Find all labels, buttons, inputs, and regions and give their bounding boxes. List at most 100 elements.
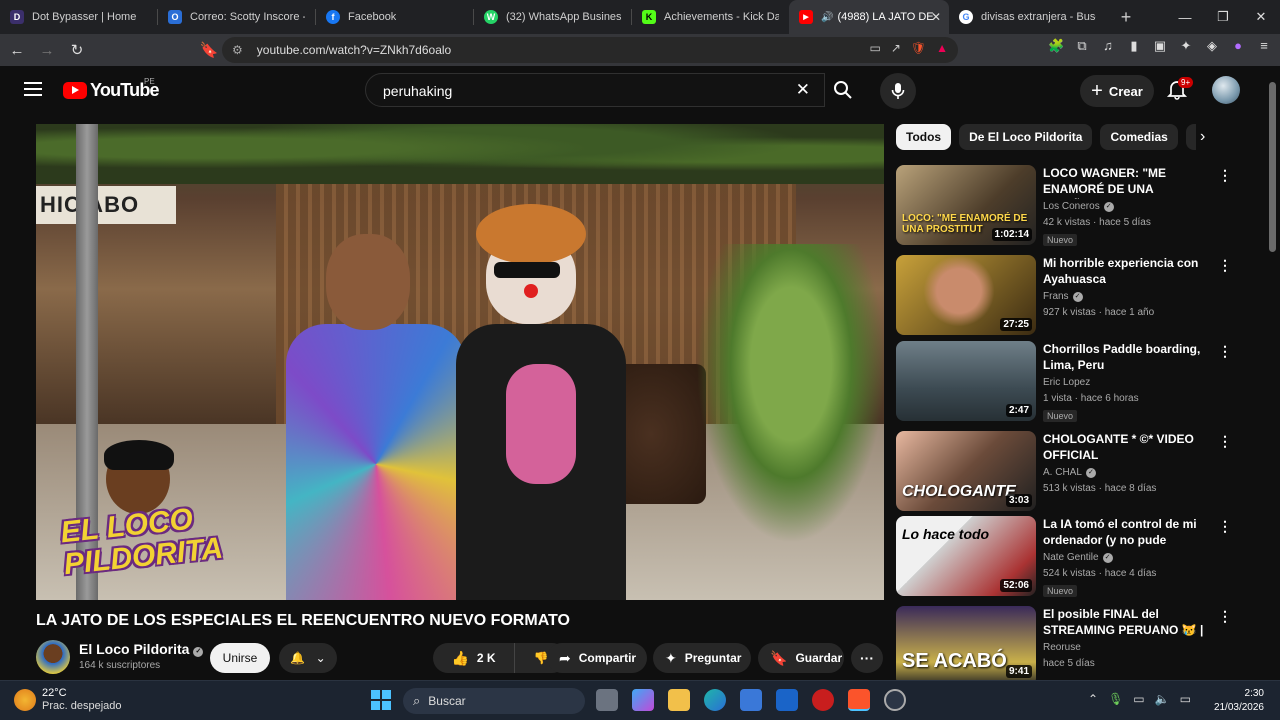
game-app-icon[interactable] xyxy=(812,689,834,711)
leo-icon[interactable]: ✦ xyxy=(1178,38,1194,54)
video-thumbnail[interactable]: LOCO: "ME ENAMORÉ DE UNA PROSTITUT 1:02:… xyxy=(896,165,1036,245)
video-thumbnail[interactable]: CHOLOGANTE 3:03 xyxy=(896,431,1036,511)
weather-widget[interactable]: 22°C Prac. despejado xyxy=(14,687,122,712)
recommended-channel[interactable]: Nate Gentile ✓ xyxy=(1043,552,1113,563)
app-icon[interactable] xyxy=(884,689,906,711)
recommended-title[interactable]: El posible FINAL del STREAMING PERUANO 😿… xyxy=(1043,606,1213,640)
network-icon[interactable]: ▭ xyxy=(1133,692,1144,706)
task-view-icon[interactable] xyxy=(596,689,618,711)
more-vertical-icon[interactable]: ⋮ xyxy=(1218,167,1232,184)
brave-browser-icon[interactable] xyxy=(848,689,870,711)
recommended-channel[interactable]: Los Coneros ✓ xyxy=(1043,201,1114,212)
chip-todos[interactable]: Todos xyxy=(896,124,952,150)
tab-youtube-active[interactable]: ▶ 🔊 (4988) LA JATO DE ✕ xyxy=(789,0,949,34)
hamburger-menu-icon[interactable] xyxy=(24,82,42,96)
recommended-channel[interactable]: Eric Lopez xyxy=(1043,377,1090,388)
address-bar[interactable]: ⚙ youtube.com/watch?v=ZNkh7d6oalo ▭ ↗ 🛡 … xyxy=(222,37,958,63)
scrollbar-thumb[interactable] xyxy=(1269,82,1276,252)
recommended-video[interactable]: 27:25 Mi horrible experiencia con Ayahua… xyxy=(896,255,1236,337)
share-icon[interactable]: ↗ xyxy=(891,41,901,55)
subscription-bell-button[interactable]: 🔔 ⌄ xyxy=(279,643,337,673)
profile-icon[interactable]: ● xyxy=(1230,38,1246,54)
reload-icon[interactable]: ↻ xyxy=(64,37,90,63)
video-thumbnail[interactable]: 2:47 xyxy=(896,341,1036,421)
channel-avatar[interactable] xyxy=(36,640,70,674)
recommended-title[interactable]: LOCO WAGNER: "ME ENAMORÉ DE UNA CARIÑOSA… xyxy=(1043,165,1213,199)
recommended-title[interactable]: La IA tomó el control de mi ordenador (y… xyxy=(1043,516,1213,550)
ask-button[interactable]: ✦ Preguntar xyxy=(653,643,751,673)
recommended-title[interactable]: Chorrillos Paddle boarding, Lima, Peru xyxy=(1043,341,1213,373)
store-icon[interactable] xyxy=(740,689,762,711)
media-icon[interactable]: ♫ xyxy=(1100,38,1116,54)
more-vertical-icon[interactable]: ⋮ xyxy=(1218,433,1232,450)
tab-whatsapp[interactable]: W (32) WhatsApp Business xyxy=(474,0,631,34)
recommended-video[interactable]: Lo hace todo 52:06 La IA tomó el control… xyxy=(896,516,1236,598)
vpn-icon[interactable]: ◈ xyxy=(1204,38,1220,54)
more-vertical-icon[interactable]: ⋮ xyxy=(1218,257,1232,274)
screenshot-icon[interactable]: ⧉ xyxy=(1074,38,1090,54)
copilot-icon[interactable] xyxy=(632,689,654,711)
join-button[interactable]: Unirse xyxy=(210,643,270,673)
bookmark-icon[interactable]: 🔖 xyxy=(196,37,222,63)
brave-rewards-icon[interactable]: ▲ xyxy=(936,41,948,55)
file-explorer-icon[interactable] xyxy=(668,689,690,711)
tab-outlook[interactable]: OCorreo: Scotty Inscore - Ou xyxy=(158,0,315,34)
windows-start-icon[interactable] xyxy=(371,690,391,710)
maximize-icon[interactable]: ❐ xyxy=(1204,0,1242,34)
recommended-title[interactable]: CHOLOGANTE * ©* VIDEO OFFICIAL xyxy=(1043,431,1213,463)
voice-search-button[interactable] xyxy=(880,73,916,109)
close-tab-icon[interactable]: ✕ xyxy=(931,10,941,24)
search-button[interactable] xyxy=(824,73,862,107)
more-vertical-icon[interactable]: ⋮ xyxy=(1218,518,1232,535)
recommended-channel[interactable]: A. CHAL ✓ xyxy=(1043,467,1096,478)
recommended-video[interactable]: CHOLOGANTE 3:03 CHOLOGANTE * ©* VIDEO OF… xyxy=(896,431,1236,513)
clear-search-icon[interactable]: ✕ xyxy=(796,80,810,100)
page-scrollbar[interactable] xyxy=(1266,66,1280,680)
edge-icon[interactable] xyxy=(704,689,726,711)
recommended-video[interactable]: LOCO: "ME ENAMORÉ DE UNA PROSTITUT 1:02:… xyxy=(896,165,1236,247)
account-avatar[interactable] xyxy=(1212,76,1240,104)
new-tab-button[interactable]: + xyxy=(1112,3,1140,31)
recommended-channel[interactable]: Frans ✓ xyxy=(1043,291,1083,302)
minimize-icon[interactable]: — xyxy=(1166,0,1204,34)
create-button[interactable]: + Crear xyxy=(1080,75,1154,107)
recommended-video[interactable]: SE ACABÓ 9:41 El posible FINAL del STREA… xyxy=(896,606,1236,680)
recommended-title[interactable]: Mi horrible experiencia con Ayahuasca xyxy=(1043,255,1213,287)
save-button[interactable]: 🔖 Guardar xyxy=(758,643,844,673)
recommended-channel[interactable]: Reoruse xyxy=(1043,642,1081,653)
battery-icon[interactable]: ▭ xyxy=(1180,692,1191,706)
chip-comedias[interactable]: Comedias xyxy=(1100,124,1178,150)
more-vertical-icon[interactable]: ⋮ xyxy=(1218,343,1232,360)
volume-icon[interactable]: 🔈 xyxy=(1155,692,1170,706)
tab-google-search[interactable]: Gdivisas extranjera - Buscar xyxy=(949,0,1106,34)
close-window-icon[interactable]: ✕ xyxy=(1242,0,1280,34)
tab-facebook[interactable]: f Facebook xyxy=(316,0,473,34)
extensions-icon[interactable]: 🧩 xyxy=(1048,38,1064,54)
site-info-icon[interactable]: ⚙ xyxy=(232,43,243,57)
tab-dot-bypasser[interactable]: D Dot Bypasser | Home xyxy=(0,0,157,34)
back-icon[interactable]: ← xyxy=(4,37,30,63)
video-thumbnail[interactable]: 27:25 xyxy=(896,255,1036,335)
like-button[interactable]: 👍 2 K xyxy=(433,643,515,673)
search-box[interactable]: peruhaking ✕ xyxy=(365,73,825,107)
outlook-app-icon[interactable] xyxy=(776,689,798,711)
wallet-icon[interactable]: ▣ xyxy=(1152,38,1168,54)
search-input[interactable]: peruhaking xyxy=(383,83,452,99)
tray-chevron-up-icon[interactable]: ⌃ xyxy=(1088,692,1098,706)
video-player[interactable]: HIC ABO EL LOCO PILDORITA xyxy=(36,124,884,600)
channel-name[interactable]: El Loco Pildorita ✓ xyxy=(79,641,204,657)
chip-channel[interactable]: De El Loco Pildorita xyxy=(959,124,1093,150)
recommended-video[interactable]: 2:47 Chorrillos Paddle boarding, Lima, P… xyxy=(896,341,1236,423)
tray-mic-icon[interactable]: 🎙 xyxy=(1108,692,1123,706)
cast-icon[interactable]: ▭ xyxy=(869,41,880,55)
chevron-right-icon[interactable]: › xyxy=(1200,128,1205,146)
video-thumbnail[interactable]: Lo hace todo 52:06 xyxy=(896,516,1036,596)
tab-kick[interactable]: KAchievements - Kick Dash xyxy=(632,0,789,34)
brave-shields-icon[interactable]: 🛡 xyxy=(911,41,926,55)
taskbar-clock[interactable]: 2:30 21/03/2026 xyxy=(1210,687,1264,715)
more-actions-button[interactable]: ··· xyxy=(851,643,883,673)
share-button[interactable]: ➦ Compartir xyxy=(547,643,647,673)
chip-more[interactable]: Vi xyxy=(1185,124,1196,150)
sidebar-icon[interactable]: ▮ xyxy=(1126,38,1142,54)
forward-icon[interactable]: → xyxy=(34,37,60,63)
